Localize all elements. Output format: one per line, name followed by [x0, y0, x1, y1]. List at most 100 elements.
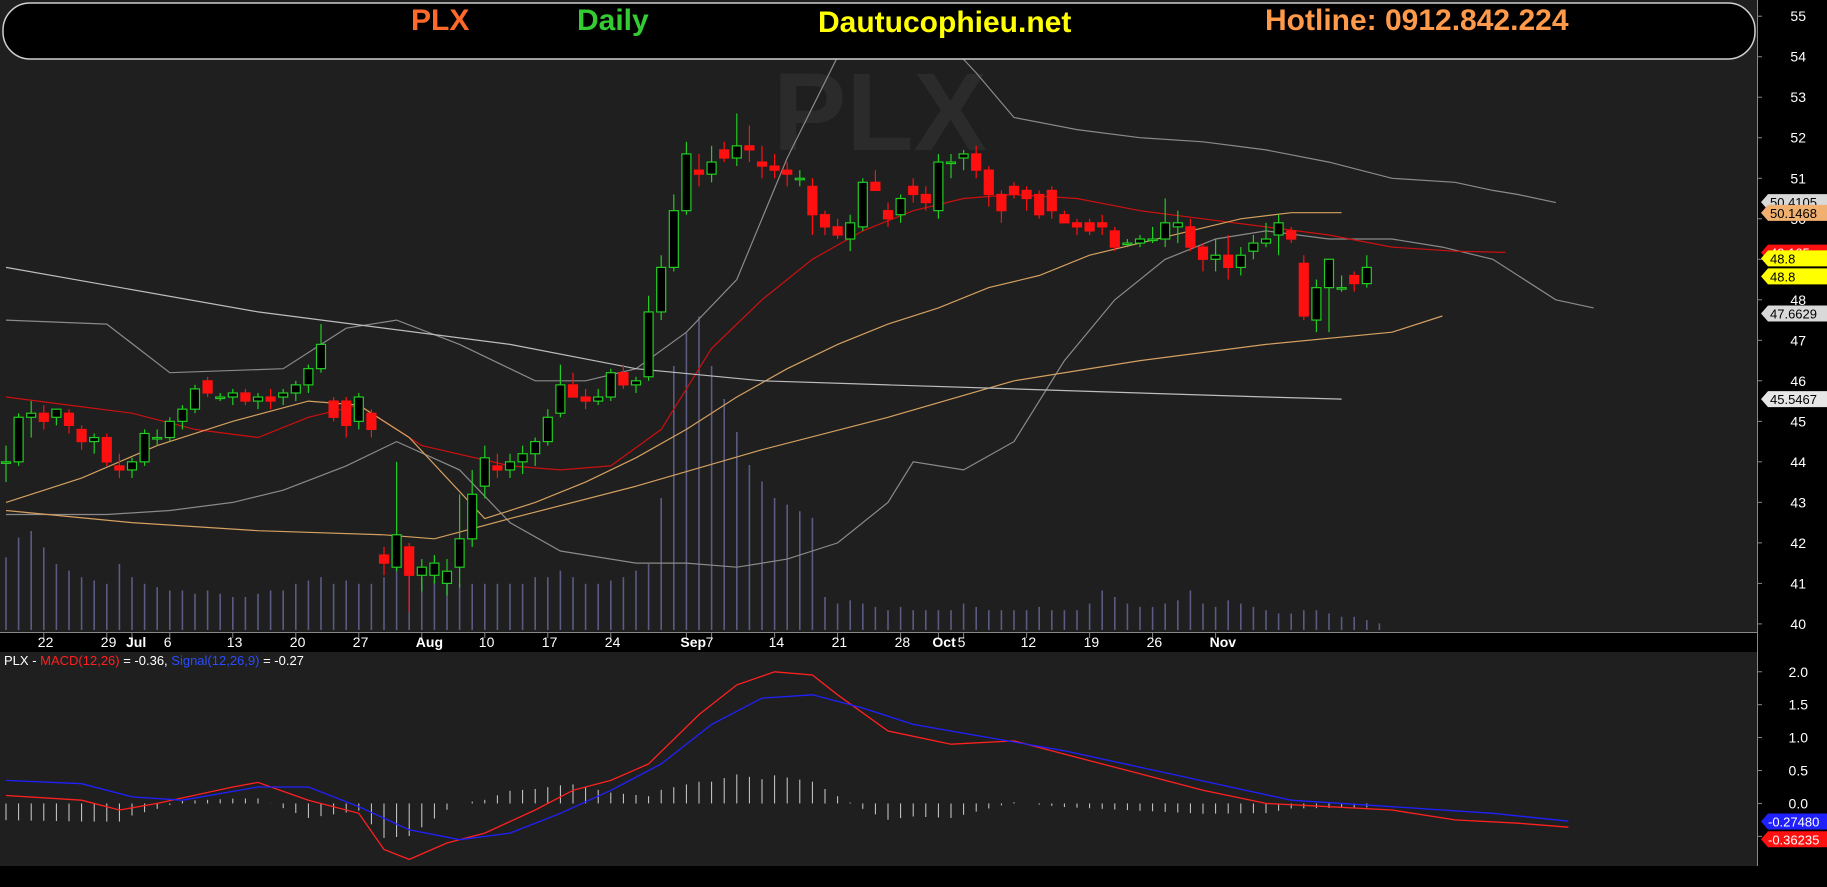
up-candle [177, 408, 188, 422]
down-candle [1298, 262, 1309, 317]
up-candle [416, 566, 427, 576]
down-candle [38, 412, 49, 422]
up-candle [555, 384, 566, 414]
up-candle [353, 396, 364, 422]
down-candle [114, 465, 125, 471]
down-candle [693, 169, 705, 175]
up-candle [593, 396, 604, 402]
up-candle [1235, 254, 1246, 268]
up-candle [504, 461, 516, 471]
up-candle [467, 493, 478, 540]
date-tick-label: 21 [832, 634, 848, 650]
macd-tick-label: 2.0 [1789, 664, 1809, 680]
up-candle [845, 222, 856, 240]
price-badge-label: 48.8 [1770, 269, 1795, 284]
price-badge-label: 47.6629 [1770, 306, 1817, 321]
chart-canvas: PLX 40414243444546474849505152535455 222… [0, 0, 1827, 882]
down-candle [1286, 230, 1297, 240]
up-candle [89, 436, 100, 443]
down-candle [971, 153, 982, 171]
date-tick-label: 26 [1147, 634, 1163, 650]
date-tick-label: 13 [227, 634, 243, 650]
down-candle [1034, 193, 1045, 216]
down-candle [366, 412, 377, 431]
price-tick-label: 54 [1790, 49, 1806, 65]
up-candle [945, 161, 957, 165]
price-tick-label: 43 [1790, 494, 1806, 510]
up-candle [441, 570, 453, 584]
up-candle [454, 538, 465, 568]
up-candle [126, 461, 138, 471]
date-tick-label: 27 [353, 634, 369, 650]
header-period: Daily [577, 4, 649, 37]
up-candle [1147, 238, 1158, 242]
date-tick-label: 12 [1021, 634, 1037, 650]
down-candle [719, 149, 730, 159]
up-candle [794, 177, 805, 181]
price-tick-label: 51 [1790, 170, 1806, 186]
price-badge-label: 50.1468 [1770, 206, 1817, 221]
price-tick-label: 53 [1790, 89, 1806, 105]
up-candle [530, 440, 541, 455]
down-candle [202, 380, 213, 394]
down-candle [101, 436, 112, 463]
down-candle [341, 400, 352, 426]
date-tick-label: 10 [479, 634, 495, 650]
down-candle [1109, 230, 1120, 248]
macd-legend-macd-value: = -0.36, [120, 653, 172, 668]
date-tick-label: 19 [1084, 634, 1100, 650]
up-candle [429, 562, 440, 576]
down-candle [1185, 226, 1196, 248]
up-candle [656, 266, 667, 313]
up-candle [315, 343, 327, 370]
up-candle [668, 210, 679, 268]
up-candle [0, 461, 12, 464]
macd-tick-label: 1.0 [1789, 730, 1809, 746]
macd-legend-signal-value: = -0.27 [259, 653, 303, 668]
up-candle [227, 392, 238, 398]
up-candle [215, 396, 226, 400]
down-candle [832, 226, 843, 236]
down-candle [870, 181, 881, 192]
up-candle [643, 311, 654, 378]
price-tick-label: 55 [1790, 8, 1806, 24]
up-candle [681, 153, 692, 212]
down-candle [1071, 222, 1083, 228]
macd-tick-label: 0.0 [1789, 795, 1809, 811]
date-tick-label: 7 [706, 634, 714, 650]
up-candle [303, 368, 314, 386]
up-candle [1248, 242, 1259, 252]
down-candle [378, 554, 390, 564]
macd-legend-symbol: PLX [4, 653, 29, 668]
symbol-watermark: PLX [773, 51, 987, 174]
date-tick-label: 29 [101, 634, 117, 650]
down-candle [492, 465, 503, 471]
down-candle [328, 400, 339, 418]
header-website: Dautucophieu.net [818, 6, 1071, 39]
down-candle [908, 185, 919, 196]
down-candle [882, 210, 894, 220]
down-candle [265, 396, 276, 402]
up-candle [1273, 222, 1284, 236]
stock-chart-window: PLX 40414243444546474849505152535455 222… [0, 0, 1827, 882]
date-tick-label: Oct [932, 634, 956, 650]
down-candle [618, 372, 629, 386]
up-candle [1172, 222, 1183, 228]
down-candle [807, 185, 818, 216]
down-candle [744, 145, 755, 151]
date-tick-label: Sep [680, 634, 706, 650]
date-tick-label: 17 [542, 634, 558, 650]
up-candle [479, 457, 490, 487]
down-candle [1197, 246, 1209, 260]
up-candle [13, 416, 24, 463]
up-candle [252, 396, 264, 402]
date-tick-label: 6 [164, 634, 172, 650]
up-candle [933, 161, 944, 212]
macd-panel [0, 652, 1757, 866]
date-tick-label: 28 [895, 634, 911, 650]
up-candle [391, 534, 402, 568]
price-badge-label: 48.8 [1770, 251, 1795, 266]
down-candle [819, 214, 831, 228]
up-candle [1160, 222, 1171, 240]
price-tick-label: 42 [1790, 535, 1806, 551]
